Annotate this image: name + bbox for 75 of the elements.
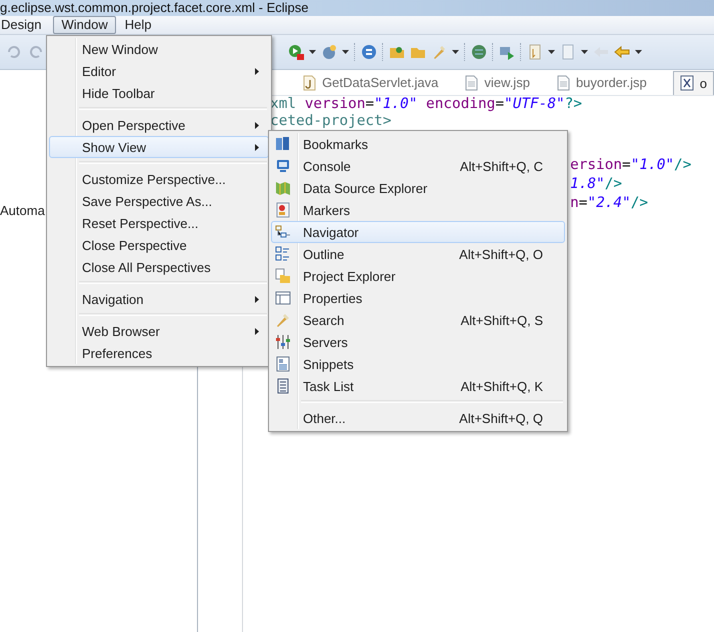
file-icon	[464, 74, 478, 90]
menu-item[interactable]: Close Perspective	[49, 234, 269, 256]
document-icon[interactable]	[560, 44, 576, 60]
book-icon	[275, 136, 291, 152]
map-icon	[275, 180, 291, 196]
xml-file-icon	[680, 75, 694, 91]
dropdown-icon[interactable]	[581, 50, 588, 54]
menu-item[interactable]: Task List Alt+Shift+Q, K	[271, 375, 565, 397]
dropdown-icon[interactable]	[452, 50, 459, 54]
flashlight-icon[interactable]	[431, 44, 447, 60]
flashlight-icon	[275, 312, 291, 328]
shortcut-text: Alt+Shift+Q, O	[459, 246, 544, 262]
menu-item[interactable]: Console Alt+Shift+Q, C	[271, 155, 565, 177]
editor-tab[interactable]: o	[672, 70, 714, 94]
editor-tab[interactable]: buyorder.jsp	[556, 70, 647, 95]
tree-icon	[275, 224, 291, 240]
folders-icon	[275, 268, 291, 284]
menu-item[interactable]: Open Perspective	[49, 114, 269, 136]
code-line: ceted-project>	[270, 113, 392, 130]
code-line: xml version="1.0" encoding="UTF-8"?>	[270, 96, 582, 113]
menu-item[interactable]: Show View	[49, 136, 269, 158]
menu-item[interactable]: New Window	[49, 38, 269, 60]
dropdown-icon[interactable]	[548, 50, 555, 54]
shortcut-text: Alt+Shift+Q, Q	[459, 410, 544, 426]
menu-item[interactable]: Preferences	[49, 342, 269, 364]
menu-item[interactable]: Reset Perspective...	[49, 212, 269, 234]
menu-item[interactable]: Snippets	[271, 353, 565, 375]
folder-icon[interactable]	[389, 44, 405, 60]
menu-item[interactable]: Properties	[271, 287, 565, 309]
undo-icon[interactable]	[6, 44, 22, 60]
menu-item[interactable]: Project Explorer	[271, 265, 565, 287]
menu-item[interactable]: Outline Alt+Shift+Q, O	[271, 243, 565, 265]
document-cursor-icon[interactable]	[527, 44, 543, 60]
editor-tab[interactable]: view.jsp	[464, 70, 530, 95]
menu-bar-item[interactable]: Design	[0, 16, 50, 34]
menu-item[interactable]: Bookmarks	[271, 133, 565, 155]
menu-item[interactable]: Data Source Explorer	[271, 177, 565, 199]
menu-item[interactable]: Hide Toolbar	[49, 82, 269, 104]
java-file-icon	[302, 74, 316, 90]
menu-item[interactable]: Save Perspective As...	[49, 190, 269, 212]
code-line: n="2.4"/>	[570, 194, 648, 213]
menu-item[interactable]: Navigator	[271, 221, 565, 243]
back-arrow-icon[interactable]	[614, 44, 630, 60]
menu-item[interactable]: Web Browser	[49, 320, 269, 342]
shortcut-text: Alt+Shift+Q, C	[460, 158, 544, 174]
menu-item[interactable]: Navigation	[49, 288, 269, 310]
marker-icon	[275, 202, 291, 218]
menu-item[interactable]: Customize Perspective...	[49, 168, 269, 190]
menu-bar-item[interactable]: Window	[53, 16, 116, 34]
menu-item[interactable]: Other... Alt+Shift+Q, Q	[271, 407, 565, 429]
outline-icon	[275, 246, 291, 262]
code-line: ersion="1.0"/>	[570, 156, 692, 175]
window-title: g.eclipse.wst.common.project.facet.core.xml - Eclipse	[0, 0, 308, 16]
console-run-icon[interactable]	[499, 44, 515, 60]
list-icon	[275, 378, 291, 394]
menu-bar-item[interactable]: Help	[116, 16, 160, 34]
code-line: 1.8"/>	[570, 175, 622, 194]
menu-item[interactable]: Markers	[271, 199, 565, 221]
sliders-icon	[275, 334, 291, 350]
dropdown-icon[interactable]	[309, 50, 316, 54]
run-icon[interactable]	[288, 44, 304, 60]
file-icon	[556, 74, 570, 90]
menu-item[interactable]: Close All Perspectives	[49, 256, 269, 278]
menu-item[interactable]: Search Alt+Shift+Q, S	[271, 309, 565, 331]
redo-icon[interactable]	[28, 44, 44, 60]
monitor-icon	[275, 158, 291, 174]
table-icon	[275, 290, 291, 306]
document-icon	[275, 356, 291, 372]
editor-tab[interactable]: GetDataServlet.java	[302, 70, 438, 95]
shortcut-text: Alt+Shift+Q, K	[460, 378, 544, 394]
menu-item[interactable]: Editor	[49, 60, 269, 82]
dropdown-icon[interactable]	[342, 50, 349, 54]
dropdown-icon[interactable]	[635, 50, 642, 54]
shortcut-text: Alt+Shift+Q, S	[460, 312, 544, 328]
menu-item[interactable]: Servers	[271, 331, 565, 353]
